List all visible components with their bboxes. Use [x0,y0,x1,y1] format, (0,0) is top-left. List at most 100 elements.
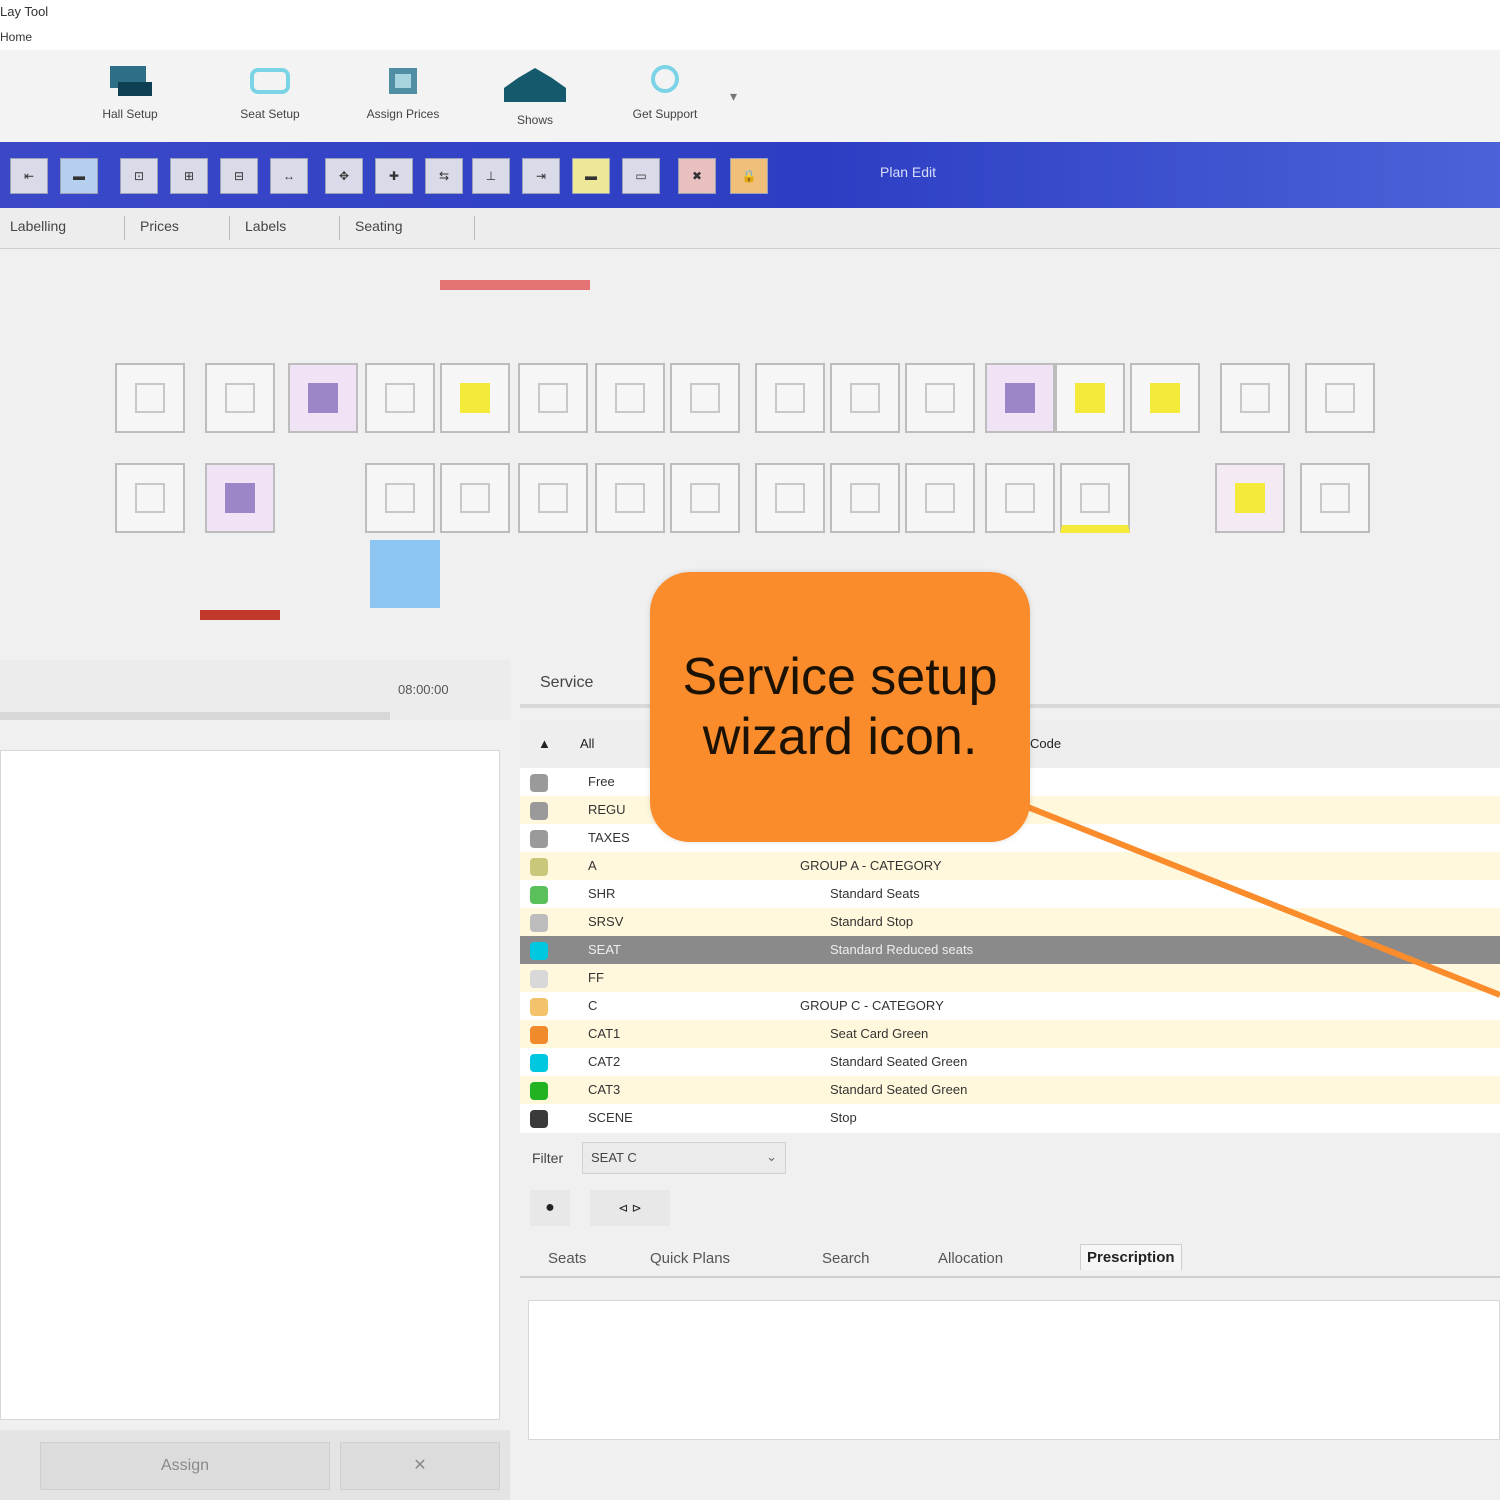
left-panel-header: 08:00:00 [0,660,510,720]
color-swatch [530,1110,548,1128]
left-list[interactable] [0,750,500,1420]
prescription-content[interactable] [528,1300,1500,1440]
seat[interactable] [365,463,435,533]
hall-setup-label: Hall Setup [102,107,158,121]
navigation-buttons[interactable]: ⊲ ⊳ [590,1190,670,1226]
tool-button-3[interactable]: ⊡ [120,158,158,194]
subtab-allocation[interactable]: Allocation [938,1250,1003,1267]
tab-prices[interactable]: Prices [130,216,230,240]
tool-button-7[interactable]: ✥ [325,158,363,194]
sort-icon[interactable]: ▲ [538,736,551,751]
service-tab-title[interactable]: Service [540,674,593,692]
seat[interactable] [670,363,740,433]
seat[interactable] [830,363,900,433]
tab-seating[interactable]: Seating [345,216,475,240]
subtab-quick-plans[interactable]: Quick Plans [650,1250,730,1267]
get-support-button[interactable]: Get Support [605,64,725,121]
seat[interactable] [595,463,665,533]
seat[interactable] [985,463,1055,533]
shows-icon [504,68,566,102]
table-row[interactable]: CAT1 Seat Card Green [520,1020,1500,1048]
seat[interactable] [440,363,510,433]
seat-setup-label: Seat Setup [240,107,300,121]
tool-button-4[interactable]: ⊞ [170,158,208,194]
seat[interactable] [905,463,975,533]
color-swatch [530,886,548,904]
subtabs: Seats Quick Plans Search Allocation Pres… [520,1238,1500,1278]
table-row[interactable]: SCENE Stop [520,1104,1500,1132]
tool-button-1[interactable]: ⇤ [10,158,48,194]
seat[interactable] [205,363,275,433]
seat[interactable] [1220,363,1290,433]
shows-button[interactable]: Shows [495,64,575,127]
seat[interactable] [115,363,185,433]
tool-button-8[interactable]: ✚ [375,158,413,194]
tool-button-9[interactable]: ⇆ [425,158,463,194]
seat[interactable] [755,463,825,533]
record-button[interactable]: ● [530,1190,570,1226]
chevron-down-icon: ⌄ [766,1149,777,1164]
filter-value: SEAT C [591,1150,637,1165]
tool-button-5[interactable]: ⊟ [220,158,258,194]
subtab-prescription[interactable]: Prescription [1080,1244,1182,1270]
hall-setup-button[interactable]: Hall Setup [70,64,190,121]
get-support-label: Get Support [632,107,698,121]
table-row[interactable]: CAT2 Standard Seated Green [520,1048,1500,1076]
tool-button-6[interactable]: ↔ [270,158,308,194]
seat[interactable] [1055,363,1125,433]
row-marker [200,610,280,620]
color-swatch [530,970,548,988]
seat[interactable] [1215,463,1285,533]
seat[interactable] [205,463,275,533]
selection-highlight [370,540,440,608]
menu-home[interactable]: Home [0,30,32,44]
header-col-code[interactable]: Code [1030,736,1061,751]
callout-pointer [1008,797,1500,998]
assign-prices-icon [389,68,417,94]
assign-prices-button[interactable]: Assign Prices [338,64,468,121]
seat[interactable] [1305,363,1375,433]
table-row[interactable]: CAT3 Standard Seated Green [520,1076,1500,1104]
chevron-down-icon[interactable]: ▾ [730,88,737,105]
close-icon[interactable]: ✕ [340,1442,500,1490]
seat[interactable] [670,463,740,533]
seat[interactable] [1300,463,1370,533]
tab-labelling[interactable]: Labelling [0,216,125,240]
assign-button[interactable]: Assign [40,1442,330,1490]
seat[interactable] [755,363,825,433]
tool-button-11[interactable]: ⇥ [522,158,560,194]
header-col-all[interactable]: All [580,736,594,751]
seat[interactable] [518,463,588,533]
seat[interactable] [1060,463,1130,533]
time-display: 08:00:00 [398,682,449,697]
left-panel: 08:00:00 Assign ✕ [0,660,510,1500]
seat-setup-button[interactable]: Seat Setup [205,64,335,121]
color-swatch [530,914,548,932]
seat[interactable] [1130,363,1200,433]
delete-icon[interactable]: ✖ [678,158,716,194]
filter-label: Filter [532,1150,564,1166]
callout-bubble: Service setup wizard icon. [650,572,1030,842]
tool-button-12[interactable]: ▬ [572,158,610,194]
seat[interactable] [440,463,510,533]
seat[interactable] [595,363,665,433]
seat[interactable] [518,363,588,433]
filter-select[interactable]: SEAT C ⌄ [582,1142,786,1174]
seat[interactable] [830,463,900,533]
color-swatch [530,1026,548,1044]
tool-button-13[interactable]: ▭ [622,158,660,194]
seat[interactable] [115,463,185,533]
tool-button-10[interactable]: ⊥ [472,158,510,194]
lock-icon[interactable]: 🔒 [730,158,768,194]
tool-button-2[interactable]: ▬ [60,158,98,194]
scrollbar[interactable] [0,712,390,720]
seat[interactable] [288,363,358,433]
hall-setup-icon [110,66,152,96]
seat[interactable] [365,363,435,433]
subtab-seats[interactable]: Seats [548,1250,586,1267]
subtab-search[interactable]: Search [822,1250,870,1267]
seat[interactable] [905,363,975,433]
seat[interactable] [985,363,1055,433]
color-swatch [530,858,548,876]
tab-labels[interactable]: Labels [235,216,340,240]
